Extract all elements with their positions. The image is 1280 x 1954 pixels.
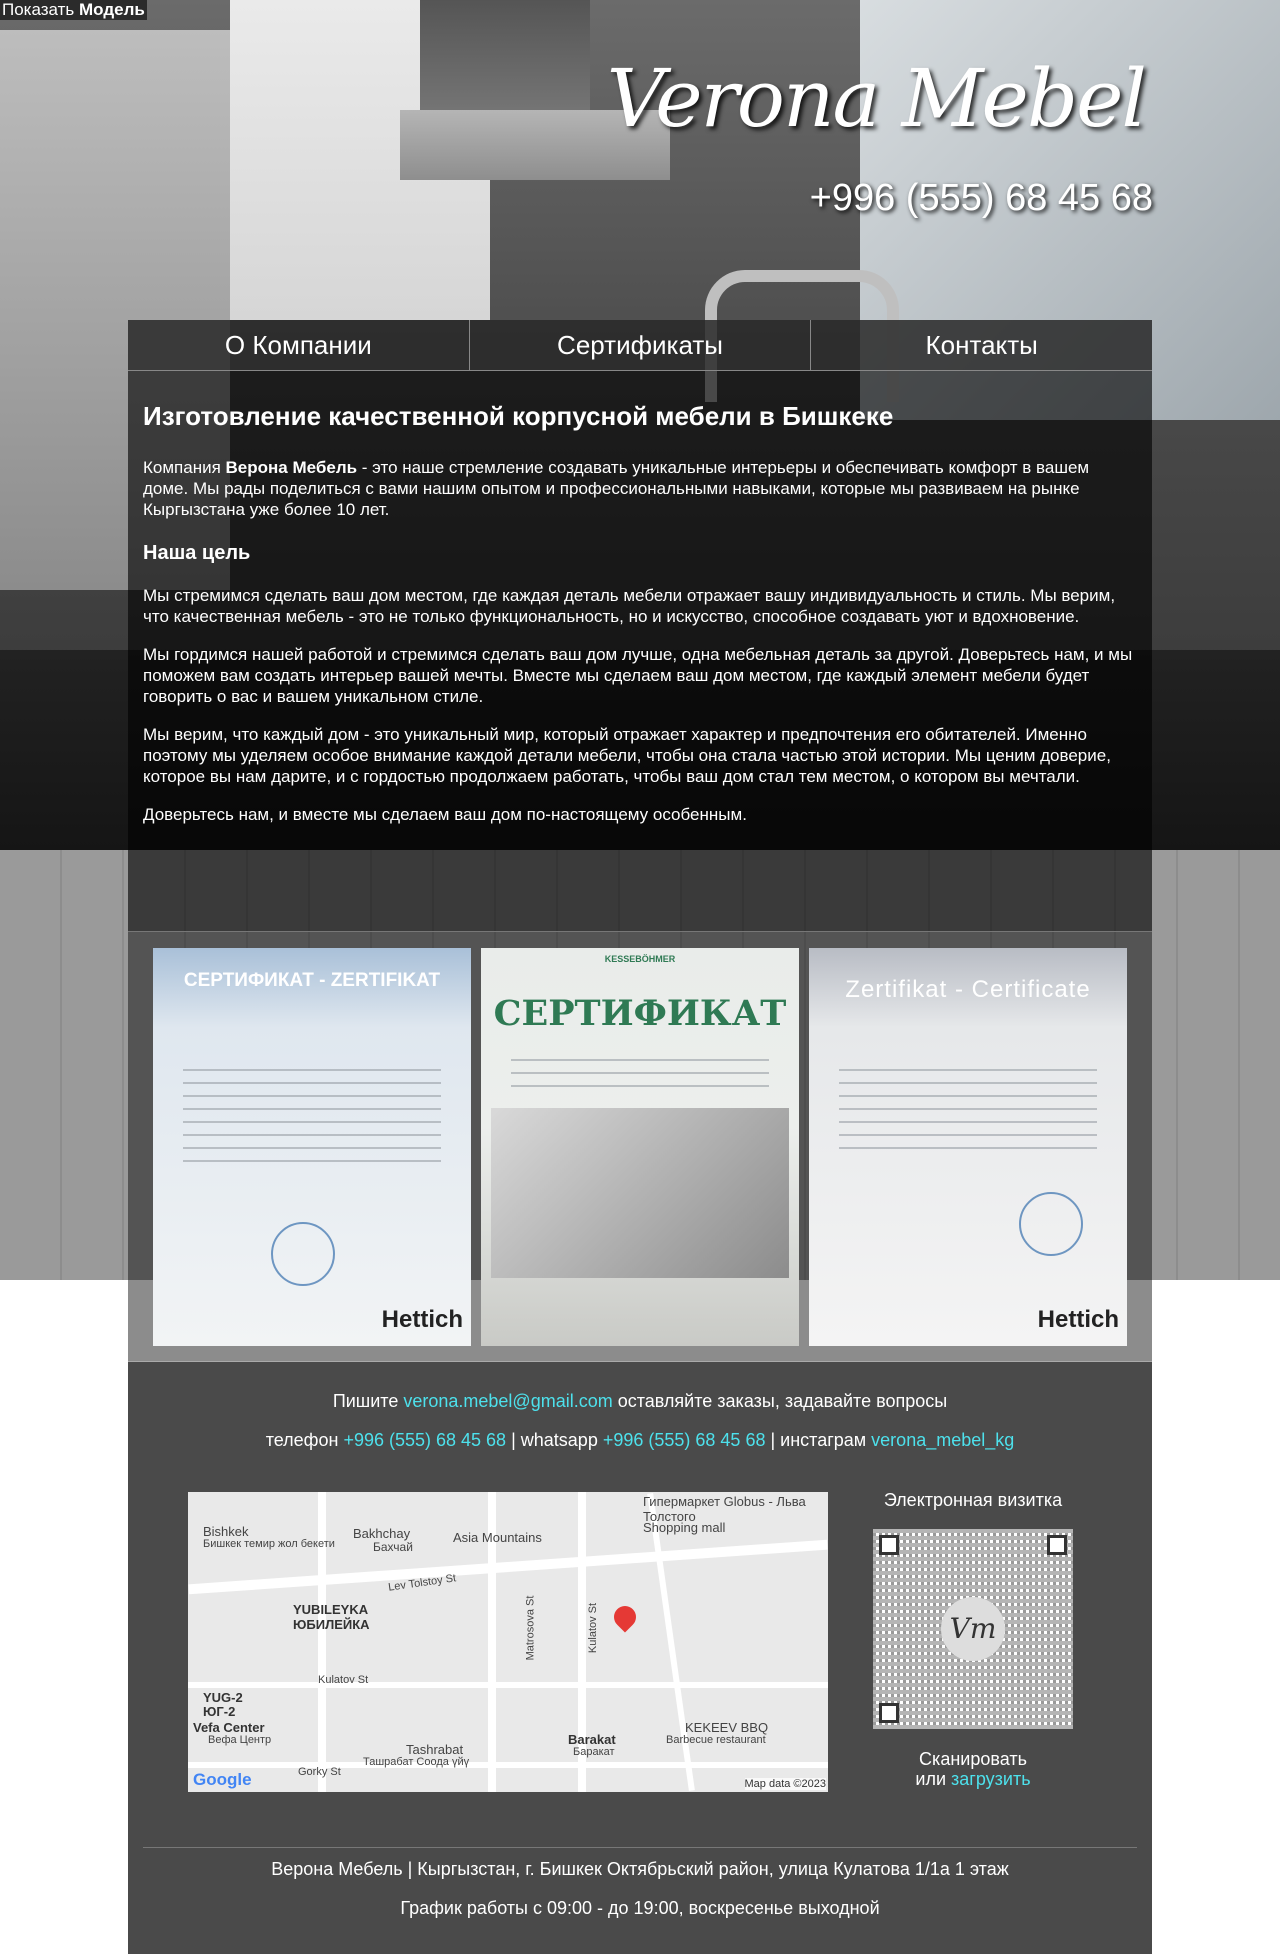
phone-link[interactable]: +996 (555) 68 45 68 xyxy=(343,1430,506,1450)
footer: Пишите verona.mebel@gmail.com оставляйте… xyxy=(128,1361,1152,1954)
paragraph: Мы верим, что каждый дом - это уникальны… xyxy=(143,725,1111,786)
nav-certificates[interactable]: Сертификаты xyxy=(470,320,812,370)
scan-text: Сканировать или загрузить xyxy=(915,1749,1031,1789)
page-title: Изготовление качественной корпусной мебе… xyxy=(143,401,894,431)
nav-about[interactable]: О Компании xyxy=(128,320,470,370)
paragraph: Мы гордимся нашей работой и стремимся сд… xyxy=(143,645,1133,706)
intro-paragraph: Компания Верона Мебель - это наше стремл… xyxy=(143,458,1090,519)
paragraph: Мы стремимся сделать ваш дом местом, где… xyxy=(143,586,1116,626)
certificate-hettich-2[interactable]: Zertifikat - Certificate Hettich xyxy=(809,948,1127,1346)
main-container: О Компании Сертификаты Контакты Изготовл… xyxy=(128,320,1152,1954)
certificates-gallery: СЕРТИФИКАТ - ZERTIFIKAT Hettich KESSEBÖH… xyxy=(128,931,1152,1361)
map-marker-icon[interactable] xyxy=(609,1601,641,1633)
contact-phones-line: телефон +996 (555) 68 45 68 | whatsapp +… xyxy=(265,1430,1015,1450)
whatsapp-link[interactable]: +996 (555) 68 45 68 xyxy=(603,1430,766,1450)
email-link[interactable]: verona.mebel@gmail.com xyxy=(403,1391,612,1411)
footer-address: Верона Мебель | Кыргызстан, г. Бишкек Ок… xyxy=(271,1859,1009,1879)
about-section: Изготовление качественной корпусной мебе… xyxy=(128,371,1152,931)
contact-email-line: Пишите verona.mebel@gmail.com оставляйте… xyxy=(332,1391,948,1411)
map-attribution: Map data ©2023 xyxy=(744,1778,826,1790)
instagram-link[interactable]: verona_mebel_kg xyxy=(871,1430,1014,1450)
main-nav: О Компании Сертификаты Контакты xyxy=(128,320,1152,371)
certificate-hettich-1[interactable]: СЕРТИФИКАТ - ZERTIFIKAT Hettich xyxy=(153,948,471,1346)
footer-divider xyxy=(143,1847,1137,1848)
download-link[interactable]: загрузить xyxy=(951,1769,1031,1789)
nav-contacts[interactable]: Контакты xyxy=(811,320,1152,370)
show-model-button[interactable]: Показать Модель xyxy=(0,0,147,20)
goal-heading: Наша цель xyxy=(143,542,251,564)
vm-logo: Vm xyxy=(941,1597,1005,1661)
location-map[interactable]: Гипермаркет Globus - Льва Толстого Shopp… xyxy=(188,1492,828,1792)
electronic-business-card: Электронная визитка Vm Сканировать или з… xyxy=(863,1490,1083,1789)
certificate-kessebohmer[interactable]: KESSEBÖHMER СЕРТИФИКАТ xyxy=(481,948,799,1346)
header-phone[interactable]: +996 (555) 68 45 68 xyxy=(810,177,1153,220)
footer-hours: График работы с 09:00 - до 19:00, воскре… xyxy=(400,1898,880,1918)
brand-logo[interactable]: Verona Mebel xyxy=(607,52,1147,145)
google-logo: Google xyxy=(193,1770,252,1789)
paragraph: Доверьтесь нам, и вместе мы сделаем ваш … xyxy=(143,805,747,824)
qr-code[interactable]: Vm xyxy=(873,1529,1073,1729)
